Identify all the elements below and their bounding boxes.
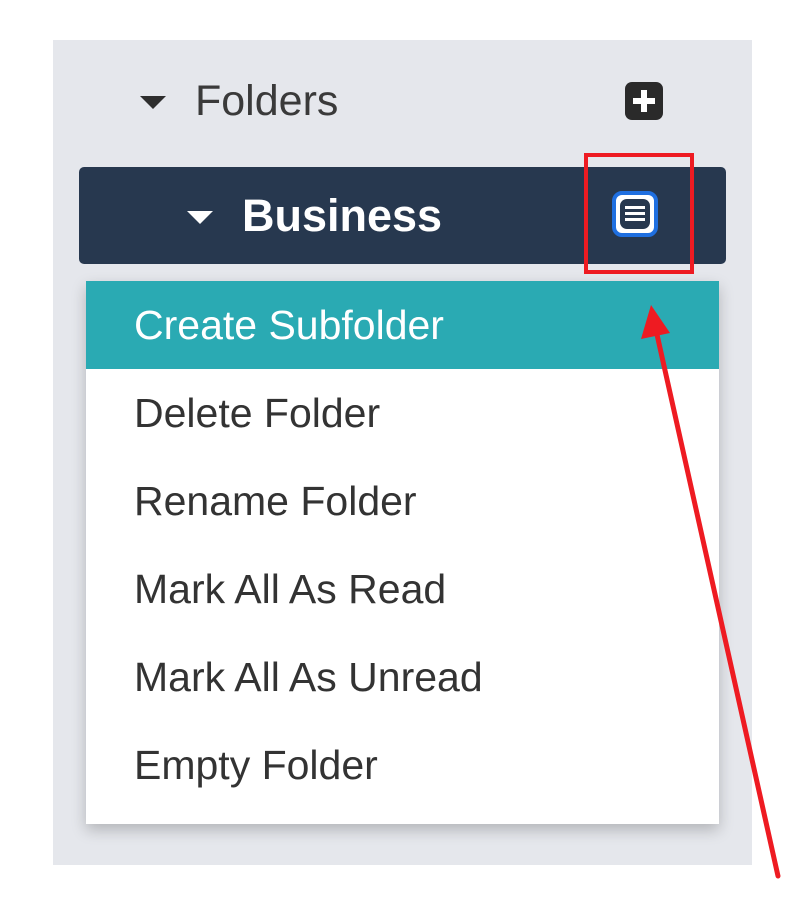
folder-name-business: Business	[242, 190, 443, 241]
annotation-highlight-box	[584, 153, 694, 274]
screenshot-stage: Folders Business Create Subfolder Delete…	[0, 0, 793, 901]
folders-title: Folders	[195, 77, 339, 125]
menu-item-create-subfolder[interactable]: Create Subfolder	[86, 281, 719, 369]
business-caret-down-icon[interactable]	[187, 211, 213, 224]
add-folder-plus-icon[interactable]	[625, 82, 663, 120]
folder-context-menu: Create Subfolder Delete Folder Rename Fo…	[86, 281, 719, 824]
menu-item-rename-folder[interactable]: Rename Folder	[86, 457, 719, 545]
menu-item-empty-folder[interactable]: Empty Folder	[86, 721, 719, 809]
menu-item-delete-folder[interactable]: Delete Folder	[86, 369, 719, 457]
menu-item-mark-all-unread[interactable]: Mark All As Unread	[86, 633, 719, 721]
folders-caret-down-icon[interactable]	[140, 96, 166, 109]
folders-header: Folders	[53, 68, 752, 134]
menu-item-mark-all-read[interactable]: Mark All As Read	[86, 545, 719, 633]
